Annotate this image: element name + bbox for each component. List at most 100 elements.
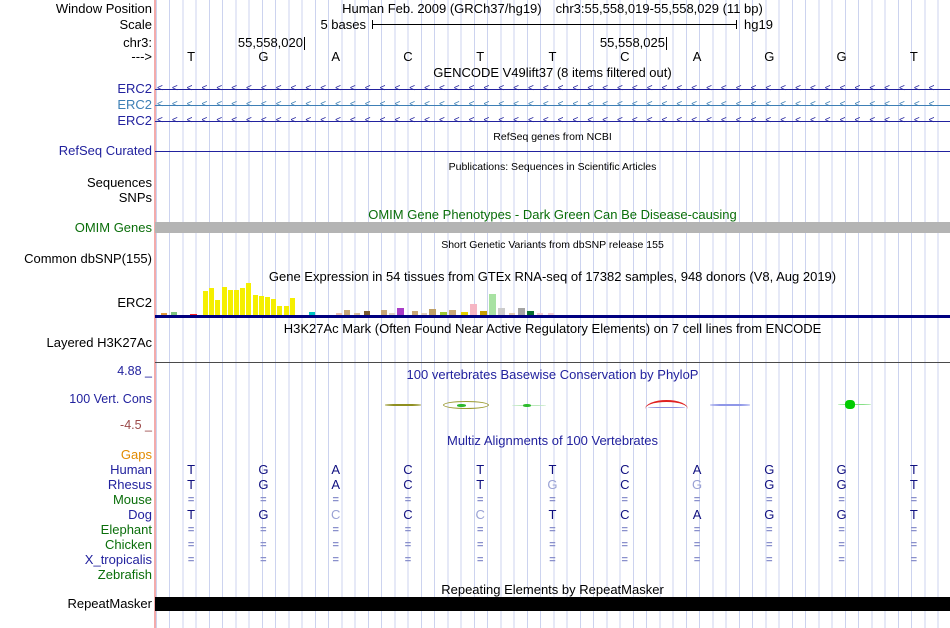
base-letter: T <box>476 49 485 64</box>
coordinate-left-tick <box>304 37 305 50</box>
gtex-bar <box>265 297 270 316</box>
alignment-gap-symbol: = <box>766 494 773 506</box>
gencode-gene-label[interactable]: ERC2 <box>0 98 152 112</box>
multiz-species-label[interactable]: Rhesus <box>0 478 152 492</box>
alignment-base: G <box>547 477 558 492</box>
h3k27ac-title[interactable]: H3K27Ac Mark (Often Found Near Active Re… <box>155 322 950 336</box>
scale-bar <box>372 24 736 25</box>
alignment-gap-symbol: = <box>260 539 267 551</box>
conservation-title[interactable]: 100 vertebrates Basewise Conservation by… <box>155 368 950 382</box>
base-letter: G <box>836 49 847 64</box>
publications-title[interactable]: Publications: Sequences in Scientific Ar… <box>155 161 950 173</box>
repeatmasker-bar[interactable] <box>155 597 950 611</box>
gtex-bar <box>215 300 221 316</box>
genome-browser-view: Window Position Human Feb. 2009 (GRCh37/… <box>0 0 950 628</box>
alignment-base: T <box>909 507 918 522</box>
alignment-gap-symbol: = <box>910 524 918 536</box>
alignment-gap-symbol: = <box>549 494 556 506</box>
gtex-bar <box>221 287 227 316</box>
multiz-row <box>155 568 950 582</box>
window-position-label: Window Position <box>55 1 152 16</box>
alignment-base: G <box>836 462 847 477</box>
omim-title[interactable]: OMIM Gene Phenotypes - Dark Green Can Be… <box>155 208 950 222</box>
multiz-species-label[interactable]: Human <box>0 463 152 477</box>
alignment-gap-symbol: = <box>187 494 195 506</box>
alignment-base: A <box>331 477 340 492</box>
gencode-gene-label[interactable]: ERC2 <box>0 82 152 96</box>
alignment-gap-symbol: = <box>838 554 845 566</box>
multiz-species-label[interactable]: Chicken <box>0 538 152 552</box>
multiz-row <box>155 448 950 462</box>
multiz-species-label[interactable]: Dog <box>0 508 152 522</box>
base-letter: G <box>764 49 775 64</box>
multiz-species-label[interactable]: Gaps <box>0 448 152 462</box>
multiz-title[interactable]: Multiz Alignments of 100 Vertebrates <box>155 434 950 448</box>
alignment-gap-symbol: = <box>404 554 412 566</box>
gtex-bar <box>271 299 277 316</box>
alignment-base: T <box>187 462 196 477</box>
refseq-gene-line[interactable] <box>155 151 950 152</box>
gtex-gene-label[interactable]: ERC2 <box>0 296 152 310</box>
gencode-gene-label[interactable]: ERC2 <box>0 114 152 128</box>
repeatmasker-label[interactable]: RepeatMasker <box>0 597 152 611</box>
gencode-title[interactable]: GENCODE V49lift37 (8 items filtered out) <box>155 66 950 80</box>
alignment-gap-symbol: = <box>476 494 484 506</box>
multiz-species-label[interactable]: X_tropicalis <box>0 553 152 567</box>
alignment-gap-symbol: = <box>260 554 267 566</box>
multiz-species-label[interactable]: Mouse <box>0 493 152 507</box>
refseq-title[interactable]: RefSeq genes from NCBI <box>155 131 950 143</box>
omim-gene-bar[interactable] <box>155 222 950 233</box>
alignment-base: C <box>330 507 341 522</box>
common-dbsnp-label[interactable]: Common dbSNP(155) <box>0 252 152 266</box>
alignment-gap-symbol: = <box>404 524 412 536</box>
alignment-gap-symbol: = <box>766 554 773 566</box>
alignment-gap-symbol: = <box>187 524 195 536</box>
multiz-species-label[interactable]: Elephant <box>0 523 152 537</box>
sequences-label[interactable]: Sequences <box>0 176 152 190</box>
alignment-gap-symbol: = <box>838 494 845 506</box>
omim-genes-label[interactable]: OMIM Genes <box>0 221 152 235</box>
multiz-row: = = = = = = = = = = = <box>155 493 950 507</box>
alignment-gap-symbol: = <box>476 539 484 551</box>
phylop-mark <box>443 401 489 409</box>
refseq-curated-label[interactable]: RefSeq Curated <box>0 144 152 158</box>
alignment-base: C <box>403 507 413 522</box>
coordinate-left: 55,558,020 <box>237 35 303 50</box>
strand-arrows: <<<<<<<<<<<<<<<<<<<<<<<<<<<<<<<<<<<<<<<<… <box>157 115 944 126</box>
snps-label[interactable]: SNPs <box>0 191 152 205</box>
gtex-title[interactable]: Gene Expression in 54 tissues from GTEx … <box>155 270 950 284</box>
alignment-gap-symbol: = <box>693 524 701 536</box>
gtex-bar <box>252 295 258 316</box>
alignment-gap-symbol: = <box>693 494 701 506</box>
strand-arrows: <<<<<<<<<<<<<<<<<<<<<<<<<<<<<<<<<<<<<<<<… <box>157 83 944 94</box>
gencode-gene-item[interactable]: <<<<<<<<<<<<<<<<<<<<<<<<<<<<<<<<<<<<<<<<… <box>155 82 950 96</box>
alignment-base: A <box>692 507 702 522</box>
base-letter: T <box>548 49 557 64</box>
alignment-gap-symbol: = <box>549 524 556 536</box>
conservation-track-label[interactable]: 100 Vert. Cons <box>0 392 152 406</box>
conservation-min-value: -4.5 _ <box>120 418 152 432</box>
gencode-gene-item[interactable]: <<<<<<<<<<<<<<<<<<<<<<<<<<<<<<<<<<<<<<<<… <box>155 98 950 112</box>
dbsnp-title[interactable]: Short Genetic Variants from dbSNP releas… <box>155 239 950 251</box>
alignment-gap-symbol: = <box>693 554 701 566</box>
chrom-label: chr3: <box>123 35 152 50</box>
alignment-gap-symbol: = <box>404 494 412 506</box>
alignment-gap-symbol: = <box>404 539 412 551</box>
alignment-gap-symbol: = <box>332 524 339 536</box>
conservation-max-value: 4.88 _ <box>117 364 152 378</box>
base-letter: T <box>187 49 196 64</box>
alignment-base: G <box>258 477 269 492</box>
multiz-row: = = = = = = = = = = = <box>155 553 950 567</box>
alignment-base: A <box>331 462 340 477</box>
window-position-value: Human Feb. 2009 (GRCh37/hg19) chr3:55,55… <box>155 2 950 16</box>
repeatmasker-title[interactable]: Repeating Elements by RepeatMasker <box>155 583 950 597</box>
gtex-bar <box>203 291 208 316</box>
layered-h3k27ac-label[interactable]: Layered H3K27Ac <box>0 336 152 350</box>
alignment-base: C <box>475 507 485 522</box>
strand-arrows: <<<<<<<<<<<<<<<<<<<<<<<<<<<<<<<<<<<<<<<<… <box>157 99 944 110</box>
base-letter: C <box>403 49 413 64</box>
multiz-species-label[interactable]: Zebrafish <box>0 568 152 582</box>
alignment-gap-symbol: = <box>476 524 484 536</box>
scale-bar-right-tick <box>736 20 737 29</box>
gencode-gene-item[interactable]: <<<<<<<<<<<<<<<<<<<<<<<<<<<<<<<<<<<<<<<<… <box>155 114 950 128</box>
